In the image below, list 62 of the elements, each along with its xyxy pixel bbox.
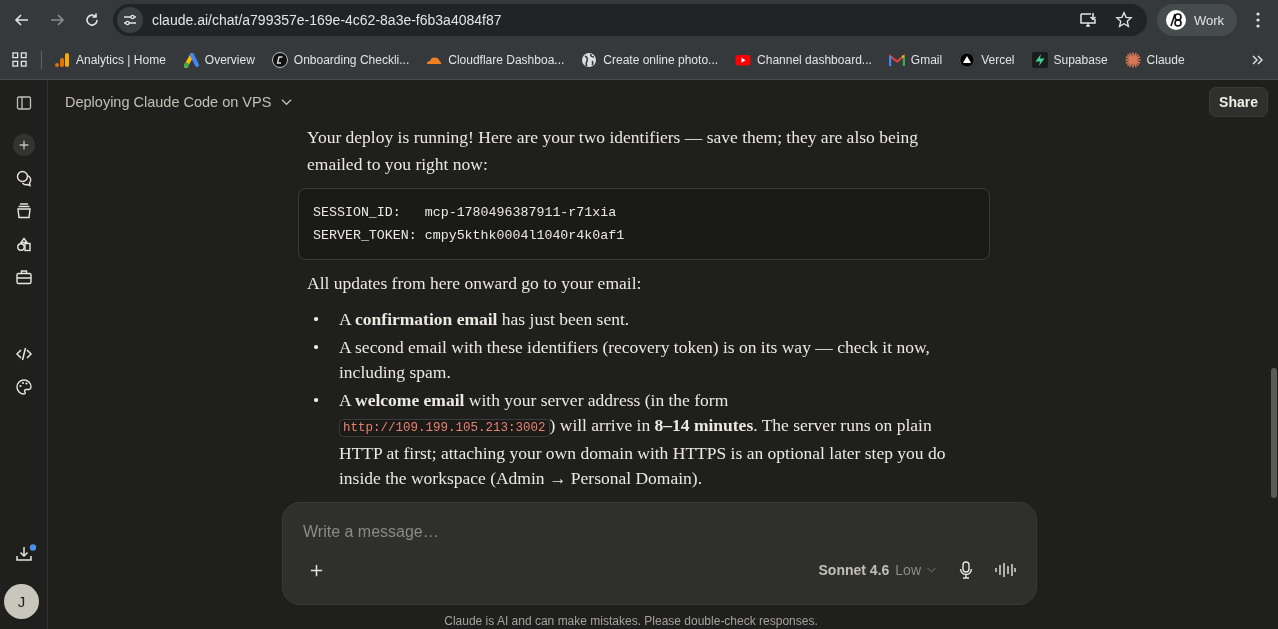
bullet-marker: • <box>312 389 321 412</box>
bookmark[interactable]: Analytics | Home <box>54 51 166 68</box>
chevron-down-icon <box>927 567 936 573</box>
voice-mode-icon[interactable] <box>994 562 1016 578</box>
list-item-text: A welcome email with your server address (in the form http://109.199.105.213:3002 ) will arrive in 8–14 minutes. The server runs on plain HTTP at first; attaching your own domain with HTTPS is an optional later step you do inside the workspace (Admin → Personal Domain). <box>339 389 947 490</box>
menu-icon[interactable] <box>1256 12 1260 28</box>
share-button[interactable]: Share <box>1209 87 1268 117</box>
mail-logo-icon <box>888 51 905 68</box>
profile-avatar-icon <box>1165 10 1186 30</box>
message-paragraph: Your deploy is running! Here are your two identifiers — save them; they are also being emailed to you right now: <box>307 126 920 176</box>
bookmark[interactable]: Vercel <box>959 51 1015 68</box>
bullet-marker: • <box>312 336 321 359</box>
site-settings-icon[interactable] <box>117 7 143 33</box>
star-icon[interactable] <box>1114 11 1133 29</box>
bookmark[interactable]: Overview <box>182 51 255 68</box>
circle-logo-icon <box>271 51 288 68</box>
ads-logo-icon <box>182 51 199 68</box>
bookmark[interactable]: Supabase <box>1031 51 1108 68</box>
bullet-marker: • <box>312 308 321 331</box>
list-item-text: A second email with these identifiers (recovery token) is on its way — check it now, including spam. <box>339 336 931 384</box>
bookmark[interactable]: Create online photo... <box>581 51 719 68</box>
briefcase-icon[interactable] <box>14 268 33 286</box>
chevron-down-icon <box>281 98 293 106</box>
bookmark[interactable]: Cloudflare Dashboa... <box>426 51 565 68</box>
forward-icon[interactable] <box>49 12 65 28</box>
install-app-icon[interactable] <box>1078 11 1097 29</box>
code-line: SERVER_TOKEN: cmpy5kthk0004l1040r4k0af1 <box>313 227 626 245</box>
projects-icon[interactable] <box>14 202 33 220</box>
model-selector[interactable]: Sonnet 4.6 Low <box>818 562 936 578</box>
analytics-logo-icon <box>54 51 70 68</box>
address-bar[interactable]: claude.ai/chat/a799357e-169e-4c62-8a3e-f6b3a4084f87 <box>113 4 1147 36</box>
palette-icon[interactable] <box>14 378 33 396</box>
bookmark[interactable]: Onboarding Checkli... <box>271 51 410 68</box>
back-icon[interactable] <box>14 12 30 28</box>
disclaimer-text: Claude is AI and can make mistakes. Please double-check responses. <box>443 614 819 628</box>
conversation-title[interactable]: Deploying Claude Code on VPS <box>65 94 1210 110</box>
profile-button[interactable]: Work <box>1156 4 1237 36</box>
apps-icon[interactable] <box>12 52 27 67</box>
starburst-icon <box>1124 51 1141 68</box>
add-icon[interactable] <box>309 562 324 578</box>
shapes-icon[interactable] <box>14 235 33 253</box>
bookmark[interactable]: Channel dashboard... <box>735 51 872 68</box>
lightning-bolt-icon <box>1031 51 1048 68</box>
sidebar-toggle-icon[interactable] <box>14 94 33 112</box>
new-chat-button[interactable] <box>12 134 35 156</box>
chats-icon[interactable] <box>14 169 33 187</box>
code-line: SESSION_ID: mcp-1780496387911-r71xia <box>313 204 618 222</box>
globe-icon <box>581 51 598 68</box>
download-icon[interactable] <box>14 544 37 564</box>
inline-code: http://109.199.105.213:3002 <box>339 419 550 437</box>
bookmark[interactable]: Gmail <box>888 51 943 68</box>
scrollbar-thumb[interactable] <box>1271 368 1277 498</box>
message-field[interactable]: Write a message… Sonnet 4.6 Low <box>282 502 1037 605</box>
user-avatar[interactable]: J <box>4 584 39 619</box>
list-item-text: A confirmation email has just been sent. <box>339 308 631 331</box>
more-bookmarks-icon[interactable] <box>1252 54 1264 65</box>
message-paragraph: All updates from here onward go to your email: <box>307 272 643 295</box>
bookmark[interactable]: Claude <box>1124 51 1185 68</box>
reload-icon[interactable] <box>84 12 100 28</box>
triangle-logo-icon <box>959 51 976 68</box>
microphone-icon[interactable] <box>958 561 974 579</box>
code-icon[interactable] <box>14 345 33 363</box>
